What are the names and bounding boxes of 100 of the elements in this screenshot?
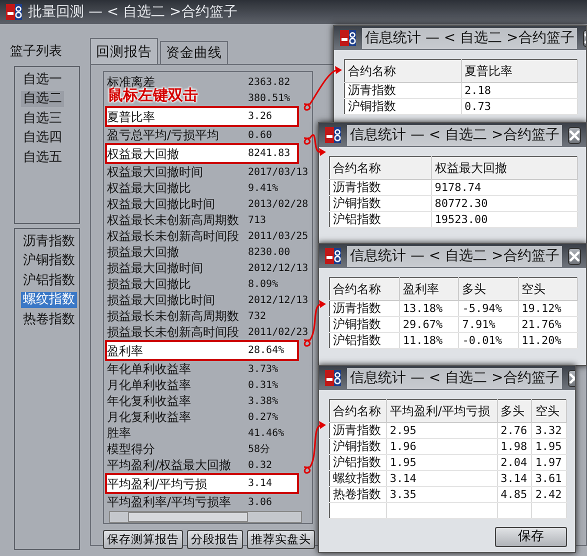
table-cell: 1.95 [386, 454, 498, 470]
column-header[interactable]: 空头 [532, 400, 566, 422]
scrollbar-thumb[interactable] [128, 512, 248, 522]
list-item[interactable]: 沪铝指数 [21, 272, 77, 288]
column-header[interactable]: 合约名称 [330, 400, 386, 422]
report-label: 模型得分 [107, 441, 156, 458]
column-header[interactable]: 合约名称 [344, 60, 461, 82]
table-cell: 沥青指数 [330, 300, 400, 316]
table-cell: 11.18% [399, 332, 459, 348]
column-header[interactable]: 盈利率 [399, 278, 459, 300]
report-label: 胜率 [107, 425, 132, 442]
curved-arrow [304, 66, 342, 111]
report-value: 3.73% [248, 362, 278, 377]
report-value: 713 [248, 214, 266, 228]
table-cell: 1.96 [386, 438, 498, 454]
tab[interactable]: 回测报告 [90, 38, 158, 64]
list-item[interactable]: 螺纹指数 [21, 292, 77, 308]
table-cell: 沪铜指数 [330, 196, 432, 212]
table-cell: 19523.00 [431, 212, 578, 228]
table-cell: 1.95 [532, 438, 566, 454]
table-cell: 沥青指数 [330, 422, 386, 438]
table-cell: 21.76% [518, 316, 578, 332]
report-value: 3.26 [248, 110, 272, 124]
table-cell: 2.18 [461, 82, 578, 98]
window-title: 信息统计 — < 自选二 >合约篮子 [347, 124, 562, 146]
table-cell: 沥青指数 [330, 180, 432, 196]
table-cell: 3.61 [532, 470, 566, 486]
table-cell: 热卷指数 [330, 486, 386, 502]
table-cell: 2.76 [497, 422, 532, 438]
table-cell: 沪铜指数 [330, 438, 386, 454]
table-cell: 1.97 [532, 454, 566, 470]
report-label: 盈亏总平均/亏损平均 [107, 127, 220, 144]
app-logo-icon [325, 370, 341, 386]
list-item[interactable]: 自选四 [21, 130, 64, 146]
table-cell: -0.01% [458, 332, 518, 348]
report-button[interactable]: 保存测算报告 [103, 530, 183, 550]
report-value: 28.64% [248, 344, 284, 358]
panel-label: 篮子列表 [10, 43, 63, 61]
report-label: 月化单利收益率 [107, 377, 192, 394]
report-label: 损益最大回撤时间 [107, 260, 204, 278]
annotation-text: 鼠标左键双击 [108, 86, 198, 106]
report-label: 损益最大回撤 [107, 244, 180, 262]
list-item[interactable]: 自选三 [21, 110, 64, 126]
table-cell: 9178.74 [431, 180, 578, 196]
table-cell: 19.12% [518, 300, 578, 316]
save-button[interactable]: 保存 [495, 527, 567, 547]
list-item[interactable]: 自选五 [21, 150, 64, 166]
report-label: 月化复利收益率 [107, 409, 192, 426]
report-button[interactable]: 分段报告 [187, 530, 243, 550]
report-value: 58分 [248, 442, 270, 457]
column-header[interactable]: 夏普比率 [461, 60, 578, 82]
table-cell: 3.14 [497, 470, 532, 486]
report-value: 0.27% [248, 410, 278, 425]
report-label: 平均盈利/平均亏损 [107, 476, 208, 493]
report-label: 年化复利收益率 [107, 393, 192, 410]
report-label: 年化单利收益率 [107, 361, 192, 378]
column-header[interactable]: 权益最大回撤 [431, 156, 578, 180]
report-label: 权益最大回撤比 [107, 180, 192, 198]
table-cell: 2.95 [386, 422, 498, 438]
list-item[interactable]: 沥青指数 [21, 234, 77, 250]
table-cell: 3.14 [386, 470, 498, 486]
report-label: 损益最长未创新高时间段 [107, 324, 240, 342]
report-value: 0.31% [248, 378, 278, 393]
table-cell: 3.35 [386, 486, 498, 502]
list-item[interactable]: 沪铜指数 [21, 253, 77, 269]
curved-arrow [304, 134, 326, 156]
report-value: 8230.00 [248, 246, 290, 260]
curved-arrow [304, 421, 326, 474]
report-value: 8.09% [248, 278, 278, 292]
table-cell: -5.94% [458, 300, 518, 316]
report-value: 41.46% [248, 426, 284, 441]
report-button[interactable]: 推荐实盘头 [247, 530, 315, 550]
column-header[interactable]: 平均盈利/平均亏损 [386, 400, 498, 422]
list-item[interactable]: 自选二 [21, 91, 64, 107]
column-header[interactable]: 多头 [497, 400, 532, 422]
report-value: 2012/12/13 [248, 262, 308, 276]
report-value: 3.38% [248, 394, 278, 409]
report-label: 权益最大回撤时间 [107, 164, 204, 182]
column-header[interactable]: 合约名称 [330, 278, 400, 300]
report-value: 9.41% [248, 182, 278, 196]
list-item[interactable]: 热卷指数 [21, 312, 77, 328]
report-label: 损益最大回撤比时间 [107, 292, 216, 310]
report-label: 平均盈利/权益最大回撤 [107, 457, 232, 474]
report-label: 权益最长未创新高时间段 [107, 228, 240, 246]
horizontal-scrollbar[interactable] [109, 511, 302, 524]
column-header[interactable]: 合约名称 [330, 156, 432, 180]
column-header[interactable]: 空头 [518, 278, 578, 300]
table-cell: 沪铝指数 [330, 212, 432, 228]
table-cell: 80772.30 [431, 196, 578, 212]
list-item[interactable]: 自选一 [21, 72, 64, 88]
column-header[interactable]: 多头 [458, 278, 518, 300]
app-logo-icon [340, 30, 356, 46]
tab[interactable]: 资金曲线 [160, 41, 228, 64]
report-label: 损益最长未创新高周期数 [107, 308, 240, 326]
report-label: 权益最长未创新高周期数 [107, 212, 240, 230]
app-logo-icon [6, 4, 22, 20]
report-label: 权益最大回撤比时间 [107, 196, 216, 214]
report-value: 0.60 [248, 128, 272, 143]
window-title: 信息统计 — < 自选二 >合约篮子 [347, 368, 562, 388]
table-cell: 沪铝指数 [330, 332, 400, 348]
